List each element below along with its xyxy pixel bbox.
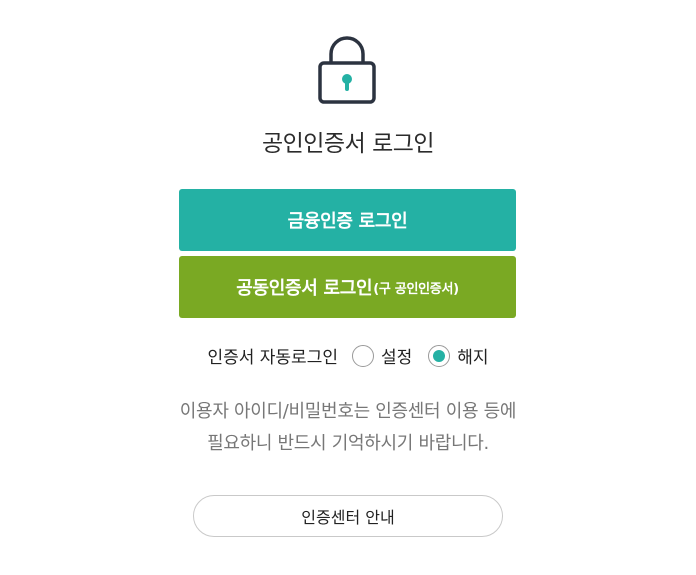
finance-login-button[interactable]: 금융인증 로그인 (179, 189, 516, 251)
notice-text: 이용자 아이디/비밀번호는 인증센터 이용 등에 필요하니 반드시 기억하시기 … (0, 396, 696, 460)
radio-disable-label: 해지 (457, 348, 489, 368)
finance-login-label: 금융인증 로그인 (287, 211, 408, 232)
lock-icon (315, 36, 379, 106)
auto-login-label: 인증서 자동로그인 (207, 348, 338, 368)
certificate-center-guide-button[interactable]: 인증센터 안내 (193, 495, 503, 537)
radio-enable-label: 설정 (380, 348, 413, 368)
auto-login-row: 인증서 자동로그인 설정 해지 (0, 343, 696, 368)
joint-certificate-login-button[interactable]: 공동인증서 로그인 (구 공인인증서) (179, 256, 516, 318)
page-title: 공인인증서 로그인 (261, 131, 435, 157)
radio-enable[interactable] (351, 344, 374, 367)
joint-login-label: 공동인증서 로그인 (236, 278, 373, 299)
guide-button-label: 인증센터 안내 (301, 508, 395, 527)
radio-disable[interactable] (428, 344, 451, 367)
auto-login-disable-option[interactable]: 해지 (428, 343, 489, 368)
notice-line-2: 필요하니 반드시 기억하시기 바랍니다. (207, 433, 489, 454)
auto-login-enable-option[interactable]: 설정 (351, 343, 413, 368)
notice-line-1: 이용자 아이디/비밀번호는 인증센터 이용 등에 (179, 401, 517, 422)
joint-login-sublabel: (구 공인인증서) (373, 281, 459, 297)
